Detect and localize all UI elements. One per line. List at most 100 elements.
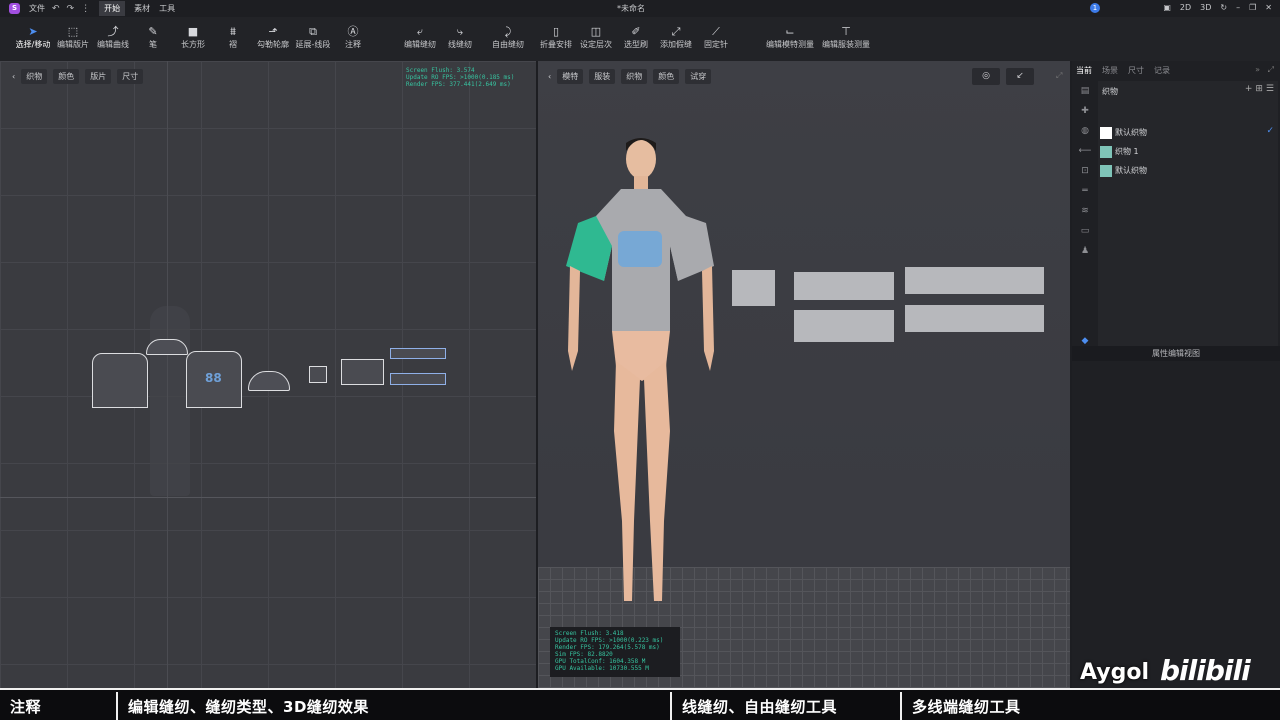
fabric-button[interactable]: 织物 xyxy=(21,69,48,84)
swatch-band-1[interactable] xyxy=(794,310,894,342)
pocket-piece[interactable] xyxy=(341,359,384,385)
tab-size[interactable]: 尺寸 xyxy=(1128,65,1144,76)
print-graphic: 88 xyxy=(205,371,222,385)
fabric-button[interactable]: 织物 xyxy=(621,69,648,84)
swatch-band-2[interactable] xyxy=(905,267,1044,294)
line-category-icon[interactable]: ═ xyxy=(1072,181,1098,201)
list-actions: + ⊞ ☰ xyxy=(1245,84,1274,94)
restore-icon[interactable]: ❐ xyxy=(1249,3,1256,12)
garment-measure-tool[interactable]: ⊤ 编辑服装测量 xyxy=(816,25,876,50)
avatar-measure-tool[interactable]: ⌙ 编辑模特测量 xyxy=(760,25,820,50)
puckering-category-icon[interactable]: ≋ xyxy=(1072,201,1098,221)
list-item[interactable]: 默认织物 xyxy=(1100,163,1147,178)
list-view-icon[interactable]: ☰ xyxy=(1266,84,1274,94)
pattern-button[interactable]: 版片 xyxy=(85,69,112,84)
button-category-icon[interactable]: ✚ xyxy=(1072,101,1098,121)
fps-readout-3d: Screen Flush: 3.418 Update RO FPS: >1000… xyxy=(550,627,680,677)
menu-file[interactable]: 文件 xyxy=(29,3,45,14)
small-square-piece[interactable] xyxy=(309,366,327,383)
list-item[interactable]: 织物 1 xyxy=(1100,144,1139,159)
fabric-swatch xyxy=(1100,126,1112,139)
garment-button[interactable]: 服装 xyxy=(589,69,616,84)
swatch-band-3[interactable] xyxy=(905,305,1044,332)
bilibili-logo: bilibili xyxy=(1160,654,1251,687)
fabric-swatch xyxy=(1100,164,1112,177)
caption-bar: 注释 编辑缝纫、缝纫类型、3D缝纫效果 线缝纫、自由缝纫工具 多线端缝纫工具 xyxy=(0,688,1280,720)
collapse-icon[interactable]: ‹ xyxy=(548,72,551,81)
minimize-icon[interactable]: – xyxy=(1236,3,1240,12)
tab-current[interactable]: 当前 xyxy=(1076,65,1092,76)
size-button[interactable]: 尺寸 xyxy=(117,69,144,84)
caption-divider xyxy=(900,692,902,720)
tab-material[interactable]: 素材 xyxy=(134,3,150,14)
notification-badge[interactable]: 1 xyxy=(1090,3,1100,13)
avatar-neck xyxy=(634,176,648,191)
fabric-category-icon[interactable]: ▤ xyxy=(1072,81,1098,101)
tape-category-icon[interactable]: ▭ xyxy=(1072,221,1098,241)
band-piece-1[interactable] xyxy=(390,348,446,359)
app-logo-icon: S xyxy=(9,3,20,14)
view-tool-icon[interactable]: ↙ xyxy=(1006,68,1034,85)
category-title: 织物 xyxy=(1102,87,1118,96)
redo-icon[interactable]: ↷ xyxy=(67,4,75,14)
more-icon[interactable]: ⋮ xyxy=(81,4,90,14)
mode-3d-button[interactable]: 3D xyxy=(1200,3,1211,12)
tab-history[interactable]: 记录 xyxy=(1154,65,1170,76)
browser-tabs: 当前 场景 尺寸 记录 xyxy=(1076,65,1170,76)
title-bar: S 文件 ↶ ↷ ⋮ 开始 素材 工具 *未命名 1 ▣ 2D 3D ↻ – ❐… xyxy=(0,0,1280,17)
grid-view-icon[interactable]: ⊞ xyxy=(1255,84,1263,94)
expand-icon[interactable]: ⤢ xyxy=(1056,71,1062,81)
pattern-2d-window[interactable]: ‹ 织物 颜色 版片 尺寸 Screen Flush: 3.574 Update… xyxy=(0,61,536,688)
tab-scene[interactable]: 场景 xyxy=(1102,65,1118,76)
list-item[interactable]: 默认织物 xyxy=(1100,125,1147,140)
avatar-model[interactable] xyxy=(566,131,726,611)
color-button[interactable]: 颜色 xyxy=(653,69,680,84)
swatch-pocket[interactable] xyxy=(794,272,894,300)
view3d-subbar: ‹ 模特 服装 织物 颜色 试穿 xyxy=(548,69,712,84)
avatar-left-leg xyxy=(614,361,640,601)
fitting-button[interactable]: 试穿 xyxy=(685,69,712,84)
undo-icon[interactable]: ↶ xyxy=(52,4,60,14)
band-piece-2[interactable] xyxy=(390,373,446,385)
tab-tools[interactable]: 工具 xyxy=(159,3,175,14)
annotation-tool[interactable]: Ⓐ 注释 xyxy=(323,25,383,50)
mode-2d-button[interactable]: 2D xyxy=(1180,3,1191,12)
back-body-piece[interactable] xyxy=(92,353,148,408)
caption-1: 注释 xyxy=(10,698,42,716)
layout-icon[interactable]: ▣ xyxy=(1163,3,1171,12)
tshirt-print xyxy=(618,231,662,267)
avatar-button[interactable]: 模特 xyxy=(557,69,584,84)
sleeve-piece-1[interactable] xyxy=(146,339,188,355)
simulation-icon[interactable]: ◎ xyxy=(972,68,1000,85)
annotation-icon: Ⓐ xyxy=(347,25,359,38)
buttonhole-category-icon[interactable]: ◍ xyxy=(1072,121,1098,141)
zipper-category-icon[interactable]: ⊡ xyxy=(1072,161,1098,181)
avatar-category-icon[interactable]: ♟ xyxy=(1072,241,1098,261)
avatar-3d-window[interactable]: ‹ 模特 服装 织物 颜色 试穿 ◎ ↙ ⤢ Screen Flush: 3.4… xyxy=(538,61,1070,688)
refresh-icon[interactable]: ↻ xyxy=(1220,3,1227,12)
object-browser: 当前 场景 尺寸 记录 » ⤢ ▤ ✚ ◍ ⟵ ⊡ ═ ≋ ▭ ♟ ◆ 织物 +… xyxy=(1072,61,1280,688)
avatar-right-arm xyxy=(702,266,714,371)
property-editor-header: 属性编辑视图 xyxy=(1072,346,1280,361)
collapse-icon[interactable]: ‹ xyxy=(12,72,15,81)
avatar-silhouette xyxy=(150,306,190,496)
avatar-right-leg xyxy=(644,361,670,601)
fps-readout-2d: Screen Flush: 3.574 Update RO FPS: >1000… xyxy=(406,67,515,88)
swatch-small-square[interactable] xyxy=(732,270,775,306)
add-icon[interactable]: + xyxy=(1245,84,1253,94)
document-title: *未命名 xyxy=(617,4,645,13)
panel-menu-icon[interactable]: » xyxy=(1255,65,1260,74)
topstitch-category-icon[interactable]: ⟵ xyxy=(1072,141,1098,161)
garment-measure-icon: ⊤ xyxy=(841,25,851,38)
fabric-swatch xyxy=(1100,145,1112,158)
check-icon: ✓ xyxy=(1266,126,1274,136)
fabric-list: 织物 + ⊞ ☰ 默认织物 ✓ 织物 1 默认织物 xyxy=(1098,81,1278,349)
panel-expand-icon[interactable]: ⤢ xyxy=(1268,65,1274,75)
baseline xyxy=(0,497,536,498)
center-axis xyxy=(167,61,168,688)
tab-start[interactable]: 开始 xyxy=(99,1,126,16)
main-toolbar: ➤ 选择/移动 ⬚ 编辑版片 ⤴ 编辑曲线 ✎ 笔 ■ 长方形 ⩩ 褶 ⬏ 勾勒轮廓 ⧉ 延展-… xyxy=(0,17,1280,61)
pin-tool[interactable]: ⟋ 固定针 xyxy=(686,25,746,50)
close-icon[interactable]: ✕ xyxy=(1265,3,1272,12)
color-button[interactable]: 颜色 xyxy=(53,69,80,84)
